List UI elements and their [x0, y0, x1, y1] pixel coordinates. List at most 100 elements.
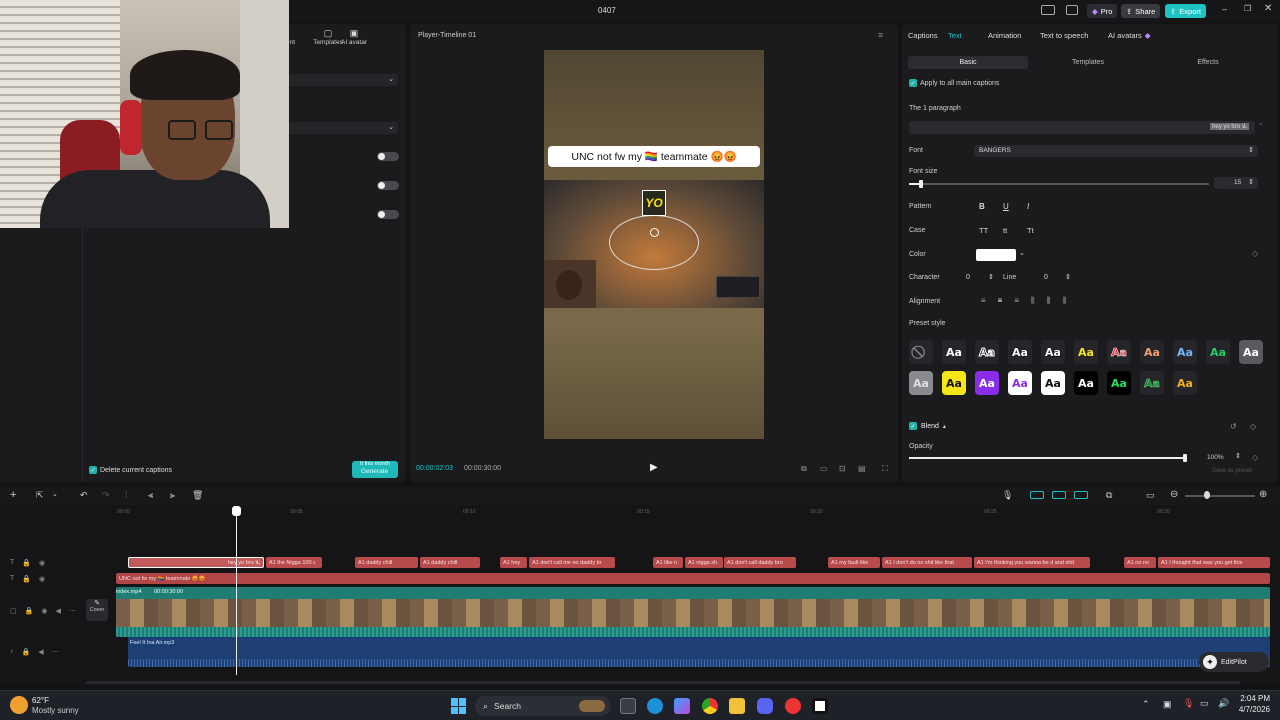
edge-icon[interactable]	[647, 698, 663, 714]
app-icon[interactable]	[785, 698, 801, 714]
caption-clip[interactable]: A1 I thought that was you get this	[1158, 557, 1270, 568]
color-swatch[interactable]	[976, 249, 1016, 261]
speaker-icon[interactable]: ◀	[55, 607, 60, 615]
redo-icon[interactable]: ↷	[102, 490, 110, 501]
speaker-icon[interactable]: ◀	[38, 648, 43, 656]
microphone-icon[interactable]: 🎙	[1002, 490, 1013, 501]
opacity-slider[interactable]	[909, 457, 1187, 459]
updown-icon[interactable]: ⇕	[1065, 273, 1071, 281]
menu-icon[interactable]: ≡	[878, 30, 883, 40]
preset-style[interactable]: Aa	[1107, 340, 1131, 364]
keyframe-icon[interactable]: ◇	[1250, 422, 1256, 431]
bold-button[interactable]: B	[979, 202, 985, 211]
ratio-icon[interactable]: ▭	[820, 464, 828, 473]
align-right-icon[interactable]: ≡	[1014, 296, 1019, 306]
export-button[interactable]: ⇪ Export	[1165, 4, 1206, 18]
lowercase-button[interactable]: tt	[1003, 226, 1007, 235]
file-explorer-icon[interactable]	[729, 698, 745, 714]
zoom-in-icon[interactable]: ⊕	[1259, 489, 1267, 500]
weather-desc[interactable]: Mostly sunny	[32, 706, 79, 715]
preset-style[interactable]: Aa	[1239, 340, 1263, 364]
network-icon[interactable]: ▭	[1200, 698, 1209, 709]
close-icon[interactable]: ✕	[1264, 3, 1272, 14]
zoom-slider[interactable]	[1185, 495, 1255, 497]
align-center-icon[interactable]: ≡	[998, 296, 1003, 306]
preset-style[interactable]: Aa	[1074, 371, 1098, 395]
preset-style[interactable]: Aa	[1140, 340, 1164, 364]
dropdown-2[interactable]: ⌄	[288, 122, 398, 134]
checkbox-icon[interactable]: ✓	[89, 466, 97, 474]
subtab-basic[interactable]: Basic	[908, 56, 1028, 69]
blend-row[interactable]: ✓ Blend ▴	[909, 422, 946, 430]
tab-captions[interactable]: Captions	[908, 31, 948, 40]
discord-icon[interactable]	[757, 698, 773, 714]
reset-icon[interactable]: ↺	[1230, 422, 1237, 431]
caption-clip[interactable]: A1 my fault like	[828, 557, 880, 568]
tab-text[interactable]: Text	[948, 31, 988, 40]
preset-style[interactable]: Aa	[909, 371, 933, 395]
toggle-1[interactable]	[377, 152, 399, 161]
rotate-handle-icon[interactable]	[650, 228, 659, 237]
timeline-scrollbar[interactable]	[86, 681, 1240, 684]
preset-style[interactable]: Aa	[1008, 371, 1032, 395]
updown-icon[interactable]: ⇕	[1235, 452, 1241, 460]
fullscreen-icon[interactable]: ⛶	[882, 464, 888, 474]
minimize-icon[interactable]: –	[1222, 4, 1227, 14]
caption-clip[interactable]: A1 I'm thinking you wanna be d and shit	[974, 557, 1090, 568]
caption-clip[interactable]: A1 daddy chill	[420, 557, 480, 568]
paragraph-input[interactable]: hey yo bro یلا	[909, 121, 1255, 134]
tab-animation[interactable]: Animation	[988, 31, 1040, 40]
font-size-slider[interactable]	[909, 180, 1209, 188]
subtab-templates[interactable]: Templates	[1028, 56, 1148, 69]
slider-handle[interactable]	[919, 180, 923, 188]
tab-ai-avatar[interactable]: ▣ AI avatar	[334, 28, 374, 46]
clock-time[interactable]: 2:04 PM	[1236, 694, 1270, 703]
text-clip[interactable]: UNC not fw my 🏳️‍🌈 teammate 😡😡	[116, 573, 1270, 584]
caption-clip[interactable]: A1 don't call daddy bro	[724, 557, 796, 568]
align-bottom-icon[interactable]: ⫼	[1062, 296, 1066, 306]
more-icon[interactable]: ⋯	[69, 607, 76, 615]
video-clip[interactable]: index.mp4 00:00:30:00	[116, 587, 1270, 637]
preset-style[interactable]: Aa	[1074, 340, 1098, 364]
preset-style[interactable]: Aa	[1107, 371, 1131, 395]
toggle-2[interactable]	[377, 181, 399, 190]
quality-icon[interactable]: ▤	[858, 464, 866, 473]
copilot-icon[interactable]	[674, 698, 690, 714]
chrome-icon[interactable]	[702, 698, 718, 714]
align-left-icon[interactable]: ≡	[981, 296, 986, 306]
share-button[interactable]: ⇪ Share	[1121, 4, 1161, 18]
preset-style[interactable]: Aa	[975, 371, 999, 395]
task-view-icon[interactable]	[620, 698, 636, 714]
capcut-icon[interactable]	[812, 698, 828, 714]
eye-icon[interactable]: ◉	[41, 607, 47, 615]
chevron-down-icon[interactable]: ⌄	[1019, 249, 1025, 257]
playhead-handle[interactable]	[232, 506, 241, 516]
volume-icon[interactable]: 🔊	[1218, 698, 1229, 709]
editpilot-button[interactable]: ✦ EditPilot	[1199, 652, 1269, 672]
preset-style[interactable]: Aa	[1041, 340, 1065, 364]
checkbox-icon[interactable]: ✓	[909, 79, 917, 87]
pro-button[interactable]: ◆ Pro	[1087, 4, 1118, 18]
caption-clip[interactable]: A1 nigga sh	[685, 557, 723, 568]
shortcut-icon[interactable]	[1066, 5, 1078, 15]
font-select[interactable]: BANGERS ⇕	[974, 145, 1258, 157]
add-icon[interactable]: +	[10, 489, 16, 501]
split-icon[interactable]: ⫶	[125, 490, 127, 501]
chevron-up-icon[interactable]: ⌃	[1142, 699, 1150, 710]
titlecase-button[interactable]: Tt	[1027, 226, 1034, 235]
preview-axis-icon[interactable]: ⧉	[1106, 490, 1112, 501]
preset-none-icon[interactable]: ⃠	[909, 340, 933, 364]
subtab-effects[interactable]: Effects	[1148, 56, 1268, 69]
keyframe-icon[interactable]: ◇	[1252, 453, 1258, 462]
trim-right-icon[interactable]: ⫸	[170, 490, 175, 501]
magnet-icon[interactable]	[1052, 491, 1066, 499]
updown-icon[interactable]: ⇕	[988, 273, 994, 281]
video-canvas[interactable]: UNC not fw my 🏳️‍🌈 teammate 😡😡 YO	[544, 50, 764, 439]
keyframe-icon[interactable]: ◇	[1252, 249, 1258, 258]
preset-style[interactable]: Aa	[1140, 371, 1164, 395]
font-size-input[interactable]: 15 ⇕	[1214, 177, 1258, 189]
lock-icon[interactable]: 🔒	[22, 648, 31, 656]
save-preset-link[interactable]: Save as preset	[1212, 468, 1252, 474]
character-value[interactable]: 0	[966, 274, 970, 281]
preset-style[interactable]: Aa	[1041, 371, 1065, 395]
